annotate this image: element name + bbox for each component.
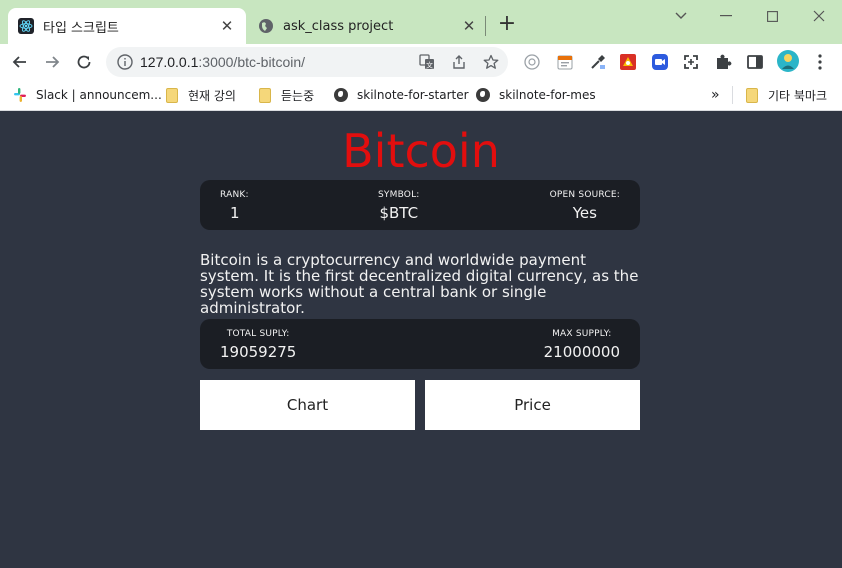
tab-close-icon[interactable]: ✕ [460,17,478,35]
bookmark-label: skilnote-for-mes [499,88,596,102]
tab-chart[interactable]: Chart [200,380,415,430]
info-icon[interactable] [116,53,134,71]
max-supply-label: MAX SUPPLY: [552,329,612,339]
bookmark-label: Slack | announcem... [36,88,162,102]
globe-icon [333,87,349,103]
bookmark-folder[interactable]: 듣는중 [257,85,314,105]
bookmark-skilnote-starter[interactable]: skilnote-for-starter [333,85,469,105]
translate-icon[interactable]: 文 [418,53,436,71]
tab-separator [485,16,486,36]
bookmarks-bar: Slack | announcem... 현재 강의 듣는중 skilnote-… [0,80,842,111]
total-supply-value: 19059275 [220,343,297,361]
new-tab-button[interactable]: + [496,13,518,36]
bookmark-slack[interactable]: Slack | announcem... [12,85,162,105]
bookmark-label: 현재 강의 [188,88,236,103]
eyedropper-icon[interactable] [588,52,608,72]
page-content: Bitcoin RANK: 1 SYMBOL: $BTC OPEN SOURCE… [0,112,842,568]
overview-symbol: SYMBOL: $BTC [378,190,420,222]
overview-card-supply: TOTAL SUPLY: 19059275 MAX SUPPLY: 210000… [200,319,640,369]
coin-title: Bitcoin [342,124,500,178]
tab-title: 타입 스크립트 [43,20,119,36]
rank-value: 1 [230,204,240,222]
react-icon [18,18,34,34]
forward-arrow-icon[interactable] [38,48,66,76]
globe-icon [475,87,491,103]
open-source-label: OPEN SOURCE: [549,190,620,200]
other-bookmarks[interactable]: 기타 북마크 [744,85,827,105]
max-supply-value: 21000000 [543,343,620,361]
url-text: 127.0.0.1:3000/btc-bitcoin/ [140,54,305,70]
bookmarks-divider [732,86,733,104]
puzzle-extensions-icon[interactable] [713,52,733,72]
bookmark-label: 듣는중 [281,88,315,103]
bookmark-label: skilnote-for-starter [357,88,469,102]
rank-label: RANK: [220,190,249,200]
overview-max-supply: MAX SUPPLY: 21000000 [544,329,620,361]
profile-avatar[interactable] [776,49,800,73]
calendar-extension-icon[interactable] [555,52,575,72]
folder-icon [164,87,180,103]
screenshot-extension-icon[interactable] [681,52,701,72]
coin-description: Bitcoin is a cryptocurrency and worldwid… [200,251,639,317]
browser-tab-active[interactable]: 타입 스크립트 ✕ [8,8,246,44]
folder-icon [257,87,273,103]
url-path: :3000/btc-bitcoin/ [198,54,306,70]
overview-rank: RANK: 1 [220,190,249,222]
overview-total-supply: TOTAL SUPLY: 19059275 [220,329,296,361]
symbol-label: SYMBOL: [378,190,420,200]
share-icon[interactable] [450,53,468,71]
side-panel-icon[interactable] [745,52,765,72]
address-bar[interactable]: 127.0.0.1:3000/btc-bitcoin/ 文 [106,47,508,77]
open-source-value: Yes [572,204,597,222]
browser-tab[interactable]: ask_class project ✕ [248,8,488,44]
tab-price[interactable]: Price [425,380,640,430]
folder-icon [744,87,760,103]
bookmark-folder[interactable]: 현재 강의 [164,85,236,105]
overview-card-top: RANK: 1 SYMBOL: $BTC OPEN SOURCE: Yes [200,180,640,230]
svg-text:文: 文 [426,61,433,70]
bookmark-label: 기타 북마크 [768,88,828,103]
total-supply-label: TOTAL SUPLY: [226,329,290,339]
tab-title: ask_class project [283,18,394,34]
browser-tab-strip: 타입 스크립트 ✕ ask_class project ✕ + [0,0,842,44]
url-host: 127.0.0.1 [140,54,199,70]
globe-icon [258,18,274,34]
symbol-value: $BTC [379,204,419,222]
browser-toolbar: 127.0.0.1:3000/btc-bitcoin/ 文 [0,44,842,80]
browser-menu-icon[interactable] [810,52,830,72]
close-window-button[interactable] [805,4,833,28]
bookmark-skilnote-mes[interactable]: skilnote-for-mes [475,85,596,105]
maximize-button[interactable] [758,4,786,28]
minimize-button[interactable] [712,4,740,28]
red-extension-icon[interactable] [618,52,638,72]
overview-open-source: OPEN SOURCE: Yes [550,190,620,222]
zoom-extension-icon[interactable] [650,52,670,72]
extension-icon[interactable] [522,52,542,72]
bookmark-star-icon[interactable] [482,53,500,71]
slack-icon [12,87,28,103]
bookmarks-overflow-button[interactable]: » [711,85,720,105]
tab-search-icon[interactable] [667,4,695,28]
tab-close-icon[interactable]: ✕ [218,17,236,35]
reload-icon[interactable] [70,48,98,76]
back-arrow-icon[interactable] [6,48,34,76]
